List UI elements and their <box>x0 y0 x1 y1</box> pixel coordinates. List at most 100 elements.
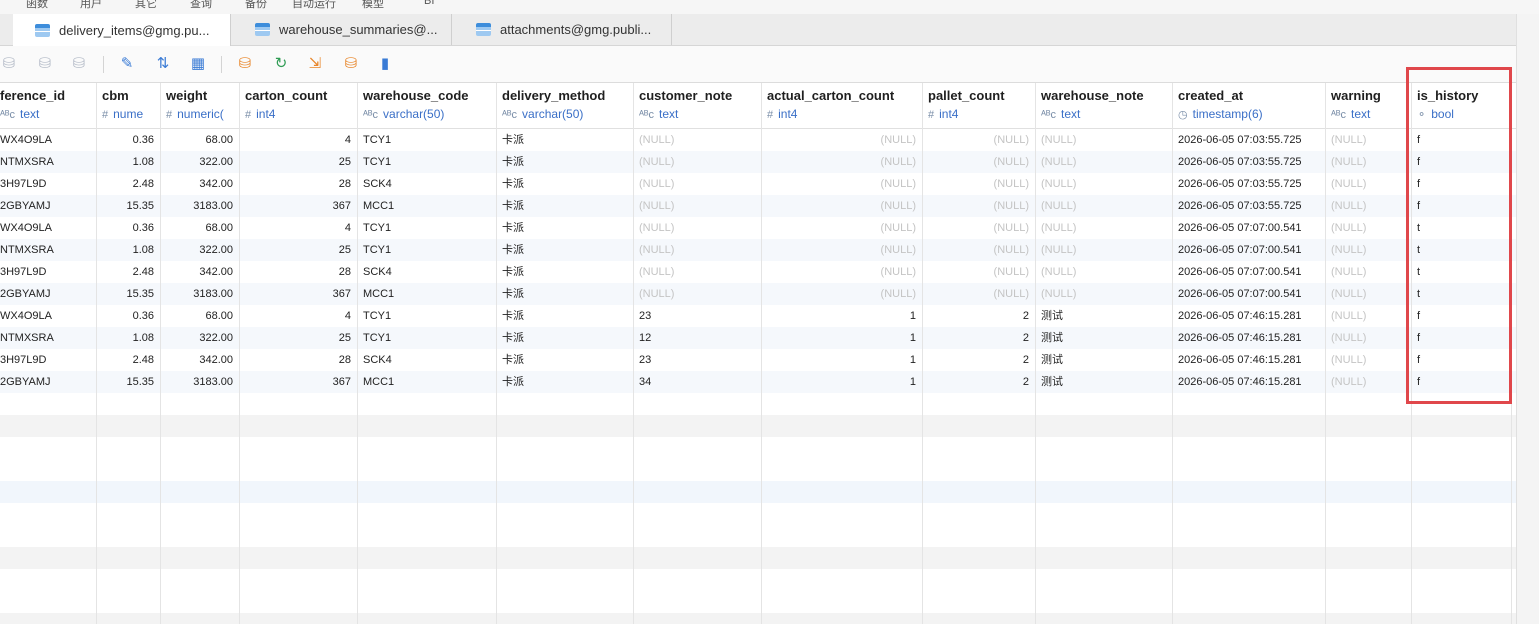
cell-created-at[interactable]: 2026-06-05 07:03:55.725 <box>1172 195 1325 217</box>
column-header-created-at[interactable]: created_at ◷ timestamp(6) <box>1172 83 1325 128</box>
cell-warning[interactable]: (NULL) <box>1325 217 1411 239</box>
cell-carton-count[interactable]: 28 <box>239 173 357 195</box>
cell-customer-note[interactable]: 23 <box>633 349 761 371</box>
cell-warehouse-code[interactable]: MCC1 <box>357 283 496 305</box>
cell-carton-count[interactable]: 4 <box>239 129 357 151</box>
cell-created-at[interactable]: 2026-06-05 07:46:15.281 <box>1172 305 1325 327</box>
cell-customer-note[interactable]: (NULL) <box>633 217 761 239</box>
cell-actual-carton-count[interactable]: (NULL) <box>761 151 922 173</box>
table-row[interactable]: 3H97L9D 2.48 342.00 28 SCK4 卡派 (NULL) (NULL) (NU… <box>0 261 1516 283</box>
cell-warehouse-code[interactable]: TCY1 <box>357 305 496 327</box>
cell-created-at[interactable]: 2026-06-05 07:03:55.725 <box>1172 129 1325 151</box>
export-data-icon[interactable]: ⛁ <box>342 55 360 73</box>
cell-delivery-method[interactable]: 卡派 <box>496 327 633 349</box>
cell-customer-note[interactable]: 23 <box>633 305 761 327</box>
cell-pallet-count[interactable]: 2 <box>922 371 1035 393</box>
cell-weight[interactable]: 342.00 <box>160 173 239 195</box>
cell-ference-id[interactable]: WX4O9LA <box>0 129 96 151</box>
cell-carton-count[interactable]: 4 <box>239 305 357 327</box>
cell-is-history[interactable]: f <box>1411 327 1511 349</box>
cell-weight[interactable]: 342.00 <box>160 261 239 283</box>
cell-carton-count[interactable]: 367 <box>239 371 357 393</box>
cell-actual-carton-count[interactable]: (NULL) <box>761 283 922 305</box>
cell-warehouse-code[interactable]: MCC1 <box>357 195 496 217</box>
refresh-icon[interactable]: ↻ <box>272 55 290 73</box>
table-row[interactable]: WX4O9LA 0.36 68.00 4 TCY1 卡派 (NULL) (NULL) (NULL… <box>0 217 1516 239</box>
cell-warehouse-code[interactable]: MCC1 <box>357 371 496 393</box>
cell-customer-note[interactable]: 12 <box>633 327 761 349</box>
cell-ference-id[interactable]: WX4O9LA <box>0 305 96 327</box>
cell-warning[interactable]: (NULL) <box>1325 371 1411 393</box>
cell-delivery-method[interactable]: 卡派 <box>496 151 633 173</box>
cell-actual-carton-count[interactable]: 1 <box>761 327 922 349</box>
cell-ference-id[interactable]: 2GBYAMJ <box>0 195 96 217</box>
table-row[interactable]: 2GBYAMJ 15.35 3183.00 367 MCC1 卡派 34 1 2 测试 2026-0… <box>0 371 1516 393</box>
cell-pallet-count[interactable]: (NULL) <box>922 217 1035 239</box>
cell-pallet-count[interactable]: (NULL) <box>922 239 1035 261</box>
cell-created-at[interactable]: 2026-06-05 07:46:15.281 <box>1172 349 1325 371</box>
cell-delivery-method[interactable]: 卡派 <box>496 129 633 151</box>
cell-weight[interactable]: 342.00 <box>160 349 239 371</box>
cell-delivery-method[interactable]: 卡派 <box>496 217 633 239</box>
cell-weight[interactable]: 3183.00 <box>160 195 239 217</box>
cell-warehouse-code[interactable]: TCY1 <box>357 239 496 261</box>
table-row[interactable]: NTMXSRA 1.08 322.00 25 TCY1 卡派 (NULL) (NULL) (NU… <box>0 239 1516 261</box>
cell-weight[interactable]: 3183.00 <box>160 371 239 393</box>
cell-warning[interactable]: (NULL) <box>1325 239 1411 261</box>
cell-pallet-count[interactable]: 2 <box>922 327 1035 349</box>
cell-customer-note[interactable]: (NULL) <box>633 239 761 261</box>
cell-weight[interactable]: 322.00 <box>160 327 239 349</box>
cell-warning[interactable]: (NULL) <box>1325 305 1411 327</box>
table-row[interactable]: 2GBYAMJ 15.35 3183.00 367 MCC1 卡派 (NULL) (NULL)… <box>0 283 1516 305</box>
cell-warehouse-code[interactable]: SCK4 <box>357 349 496 371</box>
cell-warning[interactable]: (NULL) <box>1325 261 1411 283</box>
cell-ference-id[interactable]: NTMXSRA <box>0 327 96 349</box>
cell-cbm[interactable]: 1.08 <box>96 151 160 173</box>
cell-created-at[interactable]: 2026-06-05 07:07:00.541 <box>1172 217 1325 239</box>
cell-customer-note[interactable]: (NULL) <box>633 129 761 151</box>
cell-carton-count[interactable]: 4 <box>239 217 357 239</box>
table-row[interactable]: 2GBYAMJ 15.35 3183.00 367 MCC1 卡派 (NULL) (NULL)… <box>0 195 1516 217</box>
cell-cbm[interactable]: 15.35 <box>96 283 160 305</box>
column-header-is-history[interactable]: is_history ⚬ bool <box>1411 83 1511 128</box>
cell-weight[interactable]: 322.00 <box>160 151 239 173</box>
cell-carton-count[interactable]: 28 <box>239 349 357 371</box>
cell-is-history[interactable]: t <box>1411 239 1511 261</box>
menu-item[interactable]: 备份 <box>245 0 267 11</box>
cell-is-history[interactable]: f <box>1411 305 1511 327</box>
cell-ference-id[interactable]: 3H97L9D <box>0 349 96 371</box>
menu-item[interactable]: 自动运行 <box>292 0 336 11</box>
column-header-weight[interactable]: weight # numeric( <box>160 83 239 128</box>
cell-created-at[interactable]: 2026-06-05 07:07:00.541 <box>1172 261 1325 283</box>
cell-warehouse-note[interactable]: 测试 <box>1035 371 1172 393</box>
cell-warehouse-note[interactable]: 测试 <box>1035 349 1172 371</box>
cell-weight[interactable]: 68.00 <box>160 305 239 327</box>
cell-customer-note[interactable]: 34 <box>633 371 761 393</box>
table-row[interactable]: NTMXSRA 1.08 322.00 25 TCY1 卡派 (NULL) (NULL) (NU… <box>0 151 1516 173</box>
cell-cbm[interactable]: 15.35 <box>96 371 160 393</box>
cell-warehouse-code[interactable]: SCK4 <box>357 173 496 195</box>
cell-delivery-method[interactable]: 卡派 <box>496 371 633 393</box>
cell-warehouse-note[interactable]: (NULL) <box>1035 195 1172 217</box>
cell-warehouse-note[interactable]: 测试 <box>1035 305 1172 327</box>
tab-1[interactable]: warehouse_summaries@... <box>231 14 452 45</box>
cell-created-at[interactable]: 2026-06-05 07:03:55.725 <box>1172 151 1325 173</box>
column-header-delivery-method[interactable]: delivery_method ᴬᴮᴄ varchar(50) <box>496 83 633 128</box>
cell-warning[interactable]: (NULL) <box>1325 151 1411 173</box>
cell-actual-carton-count[interactable]: (NULL) <box>761 195 922 217</box>
cell-is-history[interactable]: t <box>1411 261 1511 283</box>
cell-cbm[interactable]: 2.48 <box>96 349 160 371</box>
cell-ference-id[interactable]: WX4O9LA <box>0 217 96 239</box>
cell-warehouse-note[interactable]: (NULL) <box>1035 129 1172 151</box>
cell-created-at[interactable]: 2026-06-05 07:03:55.725 <box>1172 173 1325 195</box>
menu-item[interactable]: 函数 <box>26 0 48 11</box>
cell-weight[interactable]: 3183.00 <box>160 283 239 305</box>
cell-is-history[interactable]: f <box>1411 195 1511 217</box>
cell-warehouse-code[interactable]: TCY1 <box>357 151 496 173</box>
cell-actual-carton-count[interactable]: 1 <box>761 371 922 393</box>
cell-warehouse-note[interactable]: (NULL) <box>1035 239 1172 261</box>
column-header-customer-note[interactable]: customer_note ᴬᴮᴄ text <box>633 83 761 128</box>
column-header-warning[interactable]: warning ᴬᴮᴄ text <box>1325 83 1411 128</box>
cell-carton-count[interactable]: 25 <box>239 239 357 261</box>
cell-delivery-method[interactable]: 卡派 <box>496 261 633 283</box>
